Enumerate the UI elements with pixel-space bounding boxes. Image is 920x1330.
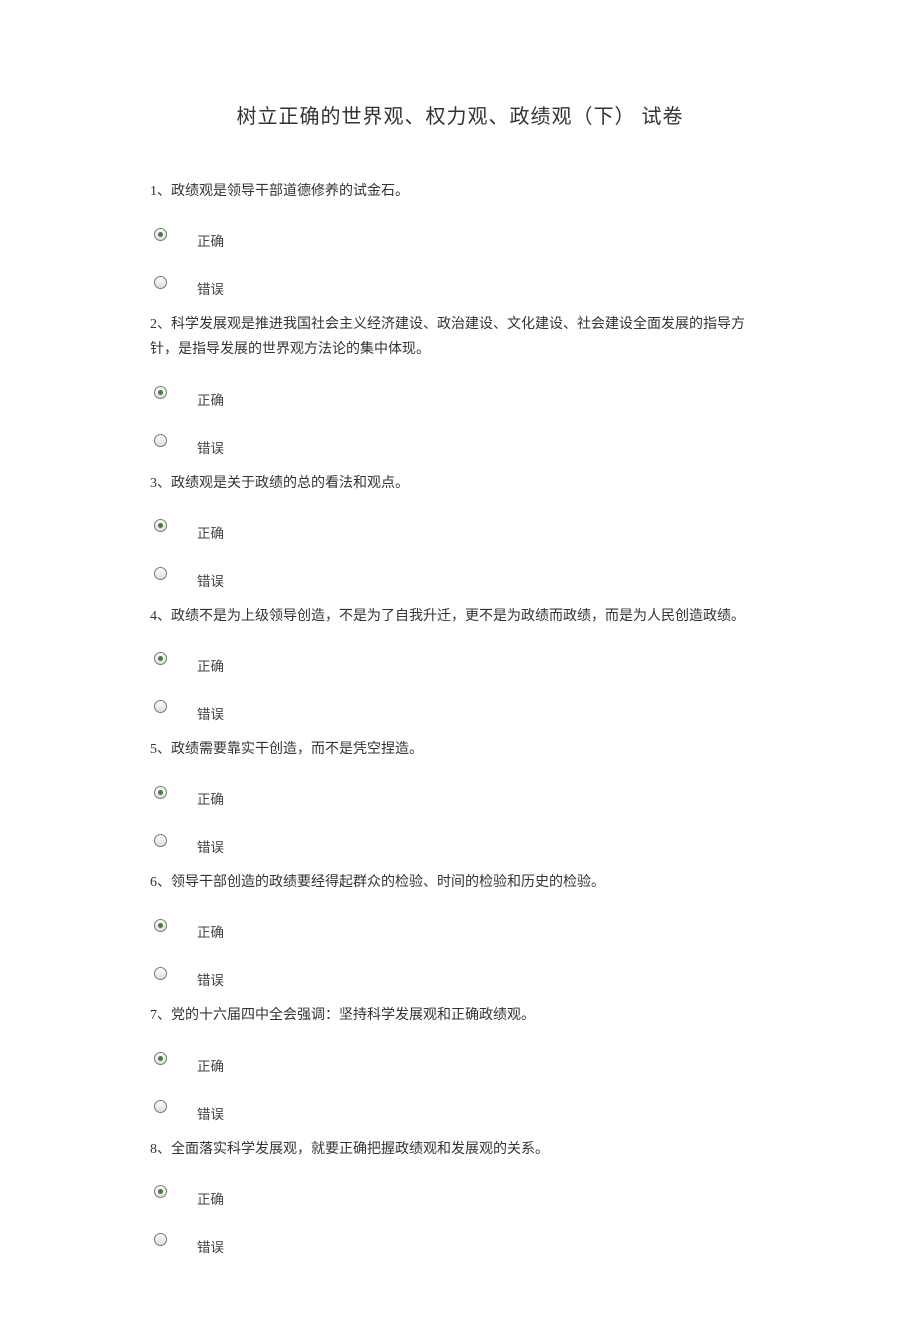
option-wrong[interactable]: 错误 (150, 1216, 770, 1264)
radio-icon[interactable] (154, 276, 167, 289)
question-text: 7、党的十六届四中全会强调：坚持科学发展观和正确政绩观。 (150, 1003, 770, 1028)
option-label: 正确 (197, 1188, 224, 1208)
question-4: 4、政绩不是为上级领导创造，不是为了自我升迁，更不是为政绩而政绩，而是为人民创造… (150, 604, 770, 731)
option-correct[interactable]: 正确 (150, 901, 770, 949)
option-correct[interactable]: 正确 (150, 502, 770, 550)
question-text: 6、领导干部创造的政绩要经得起群众的检验、时间的检验和历史的检验。 (150, 870, 770, 895)
question-2: 2、科学发展观是推进我国社会主义经济建设、政治建设、文化建设、社会建设全面发展的… (150, 312, 770, 464)
question-text: 1、政绩观是领导干部道德修养的试金石。 (150, 179, 770, 204)
question-text: 8、全面落实科学发展观，就要正确把握政绩观和发展观的关系。 (150, 1137, 770, 1162)
option-correct[interactable]: 正确 (150, 210, 770, 258)
radio-icon[interactable] (154, 567, 167, 580)
option-label: 错误 (197, 836, 224, 856)
radio-icon[interactable] (154, 1233, 167, 1246)
option-label: 正确 (197, 522, 224, 542)
question-8: 8、全面落实科学发展观，就要正确把握政绩观和发展观的关系。正确错误 (150, 1137, 770, 1264)
radio-icon[interactable] (154, 386, 167, 399)
option-correct[interactable]: 正确 (150, 768, 770, 816)
radio-icon[interactable] (154, 228, 167, 241)
option-label: 错误 (197, 278, 224, 298)
question-5: 5、政绩需要靠实干创造，而不是凭空捏造。正确错误 (150, 737, 770, 864)
option-wrong[interactable]: 错误 (150, 1083, 770, 1131)
option-wrong[interactable]: 错误 (150, 258, 770, 306)
radio-icon[interactable] (154, 967, 167, 980)
option-label: 正确 (197, 921, 224, 941)
option-label: 错误 (197, 570, 224, 590)
option-label: 错误 (197, 969, 224, 989)
questions-container: 1、政绩观是领导干部道德修养的试金石。正确错误2、科学发展观是推进我国社会主义经… (150, 179, 770, 1264)
radio-icon[interactable] (154, 1185, 167, 1198)
radio-icon[interactable] (154, 834, 167, 847)
option-label: 错误 (197, 1103, 224, 1123)
option-label: 错误 (197, 1236, 224, 1256)
option-label: 正确 (197, 788, 224, 808)
question-text: 3、政绩观是关于政绩的总的看法和观点。 (150, 471, 770, 496)
option-correct[interactable]: 正确 (150, 1168, 770, 1216)
radio-icon[interactable] (154, 434, 167, 447)
question-text: 5、政绩需要靠实干创造，而不是凭空捏造。 (150, 737, 770, 762)
option-correct[interactable]: 正确 (150, 635, 770, 683)
option-correct[interactable]: 正确 (150, 1035, 770, 1083)
question-3: 3、政绩观是关于政绩的总的看法和观点。正确错误 (150, 471, 770, 598)
option-wrong[interactable]: 错误 (150, 949, 770, 997)
question-1: 1、政绩观是领导干部道德修养的试金石。正确错误 (150, 179, 770, 306)
radio-icon[interactable] (154, 1052, 167, 1065)
option-wrong[interactable]: 错误 (150, 417, 770, 465)
radio-icon[interactable] (154, 786, 167, 799)
option-label: 正确 (197, 389, 224, 409)
option-wrong[interactable]: 错误 (150, 550, 770, 598)
question-text: 2、科学发展观是推进我国社会主义经济建设、政治建设、文化建设、社会建设全面发展的… (150, 312, 770, 362)
option-wrong[interactable]: 错误 (150, 816, 770, 864)
option-label: 正确 (197, 655, 224, 675)
radio-icon[interactable] (154, 700, 167, 713)
radio-icon[interactable] (154, 919, 167, 932)
option-label: 错误 (197, 437, 224, 457)
option-label: 正确 (197, 230, 224, 250)
option-label: 正确 (197, 1055, 224, 1075)
option-correct[interactable]: 正确 (150, 369, 770, 417)
radio-icon[interactable] (154, 519, 167, 532)
option-label: 错误 (197, 703, 224, 723)
radio-icon[interactable] (154, 1100, 167, 1113)
question-7: 7、党的十六届四中全会强调：坚持科学发展观和正确政绩观。正确错误 (150, 1003, 770, 1130)
option-wrong[interactable]: 错误 (150, 683, 770, 731)
question-6: 6、领导干部创造的政绩要经得起群众的检验、时间的检验和历史的检验。正确错误 (150, 870, 770, 997)
page-title: 树立正确的世界观、权力观、政绩观（下） 试卷 (150, 100, 770, 129)
question-text: 4、政绩不是为上级领导创造，不是为了自我升迁，更不是为政绩而政绩，而是为人民创造… (150, 604, 770, 629)
radio-icon[interactable] (154, 652, 167, 665)
